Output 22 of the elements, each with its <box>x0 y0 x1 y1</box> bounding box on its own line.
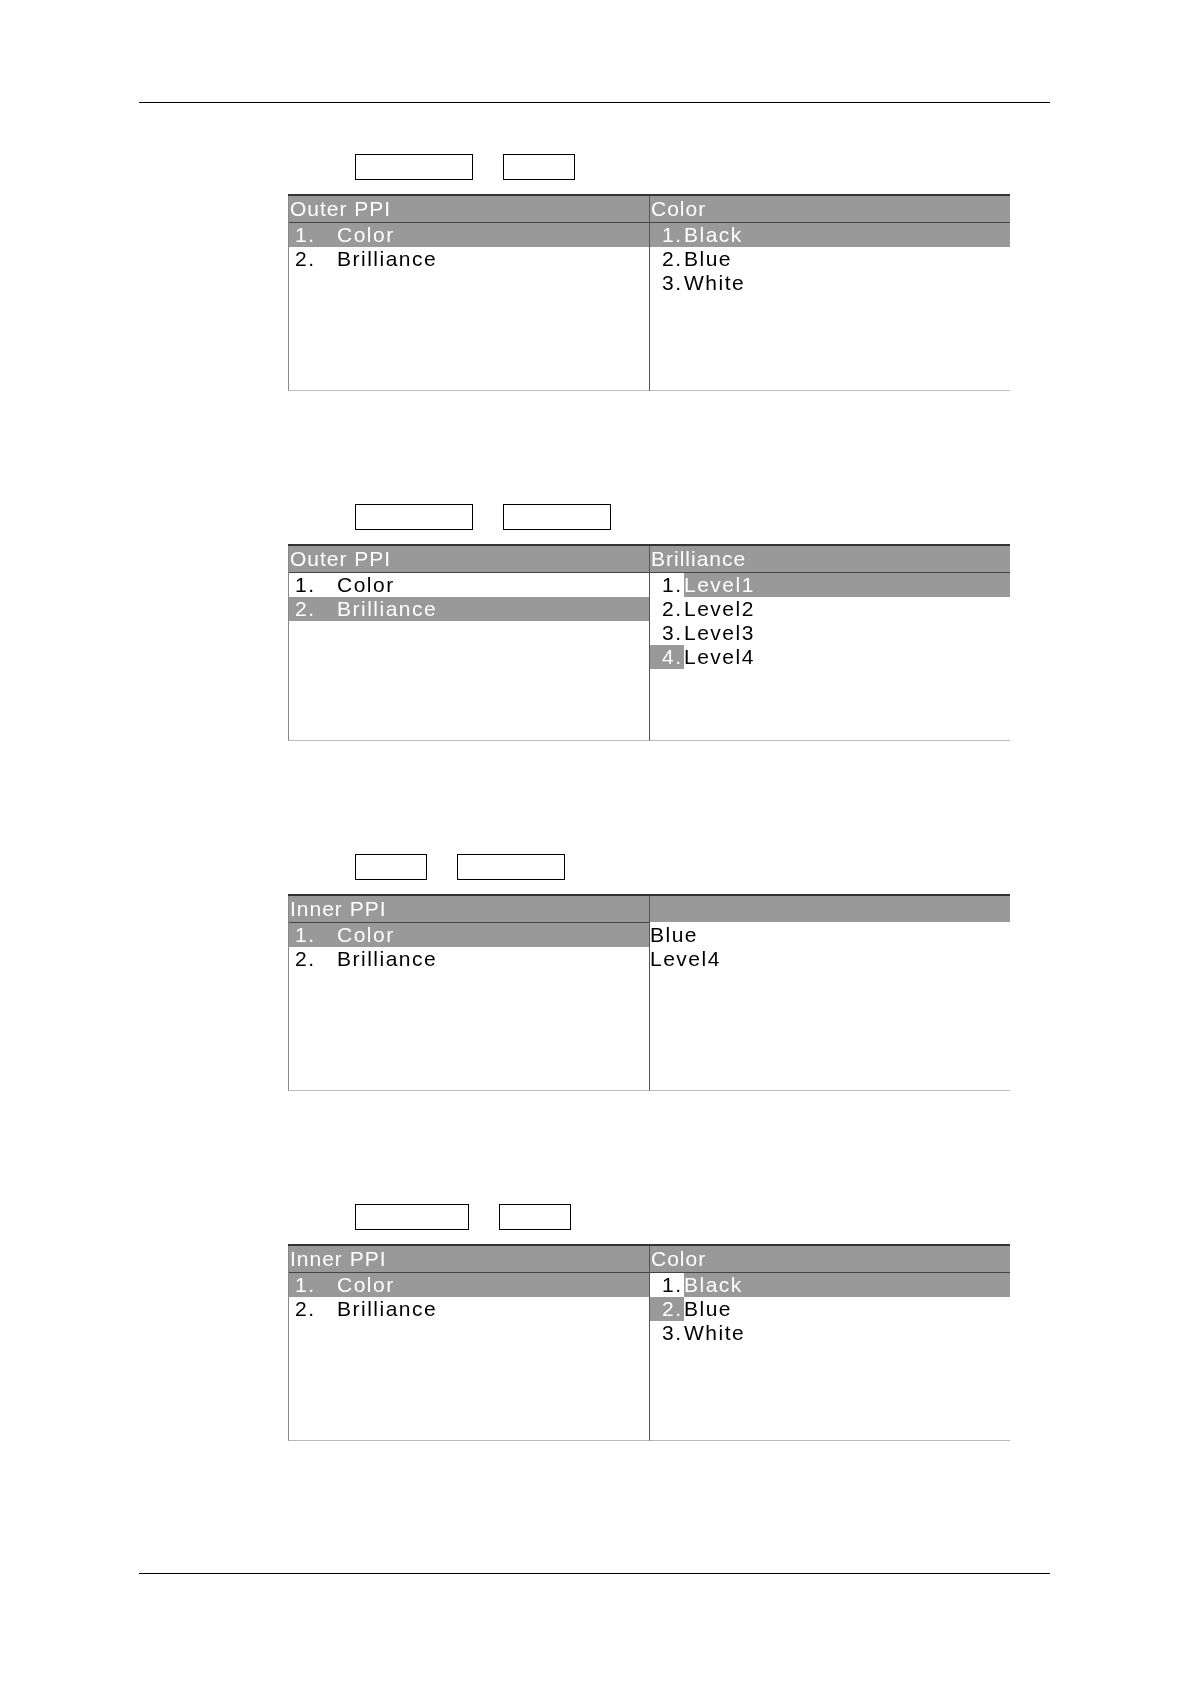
menu-item[interactable]: 2. Brilliance <box>289 247 649 271</box>
value-text: Level4 <box>650 947 722 971</box>
menu-item[interactable]: 3.White <box>650 271 1010 295</box>
menu-title: Outer PPI <box>289 546 649 573</box>
menu-item[interactable]: 2. Brilliance <box>289 947 649 971</box>
submenu-title: Color <box>650 196 1010 223</box>
menu-title: Outer PPI <box>289 196 649 223</box>
value-text: Blue <box>650 923 700 947</box>
submenu-title: Color <box>650 1246 1010 1273</box>
key-placeholder <box>499 1204 571 1230</box>
menu-item[interactable]: 4.Level4 <box>650 645 1010 669</box>
key-placeholder <box>503 154 575 180</box>
key-placeholder <box>355 854 427 880</box>
menu-item[interactable]: 2.Blue <box>650 247 1010 271</box>
menu-item[interactable]: 2.Level2 <box>650 597 1010 621</box>
menu-item[interactable]: 1. Color <box>289 573 649 597</box>
menu-item[interactable]: 3.White <box>650 1321 1010 1345</box>
menu-item[interactable]: 2.Blue <box>650 1297 1010 1321</box>
submenu-title: Brilliance <box>650 546 1010 573</box>
menu-item[interactable]: 3.Level3 <box>650 621 1010 645</box>
menu-title: Inner PPI <box>289 1246 649 1273</box>
menu-item[interactable]: 2. Brilliance <box>289 1297 649 1321</box>
